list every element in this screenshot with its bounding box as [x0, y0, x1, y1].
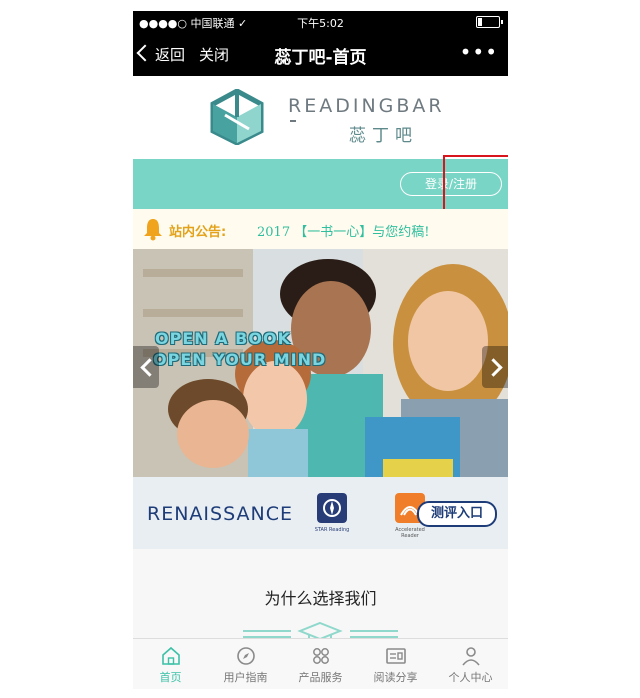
status-bar: ●●●●○ 中国联通 ✓ 下午5:02 [133, 11, 508, 32]
more-button[interactable]: ••• [460, 40, 498, 64]
tab-item[interactable]: 个人中心 [433, 639, 508, 689]
logo-text-english: READINGBAR [288, 95, 445, 117]
star-reading-caption: STAR Reading [314, 527, 350, 533]
tab-item[interactable]: 阅读分享 [358, 639, 433, 689]
tab-item[interactable]: 产品服务 [283, 639, 358, 689]
user-icon [462, 647, 480, 666]
tab-item[interactable]: 用户指南 [208, 639, 283, 689]
phone-screen: ●●●●○ 中国联通 ✓ 下午5:02 返回 关闭 蕊丁吧-首页 ••• REA… [133, 11, 508, 698]
readingbar-logo-icon [210, 89, 264, 145]
tab-label: 阅读分享 [373, 671, 418, 684]
slogan-line-1: OPEN A BOOK [155, 329, 291, 348]
battery-icon [476, 16, 503, 28]
tab-label: 首页 [159, 671, 182, 684]
banner-slogan: OPEN A BOOK OPEN YOUR MIND [153, 329, 325, 369]
renaissance-logo-text: RENAISSANCE [147, 503, 293, 525]
tab-item[interactable]: 首页 [133, 639, 208, 689]
highlight-box [443, 155, 508, 216]
home-icon [162, 646, 180, 665]
banner-carousel[interactable]: OPEN A BOOK OPEN YOUR MIND RENAISSANCE S… [133, 249, 508, 549]
renaissance-strip: RENAISSANCE STAR Reading Accelerated Rea… [133, 477, 508, 549]
logo-header: READINGBAR 蕊丁吧 [133, 76, 508, 159]
bottom-tab-bar: 首页 用户指南 产品服务 阅读分享 个人中心 [133, 638, 508, 689]
page-title: 蕊丁吧-首页 [274, 48, 367, 68]
logo-dash [290, 120, 296, 122]
compass-icon [237, 647, 255, 665]
accelerated-reader-caption: Accelerated Reader [395, 527, 425, 539]
assessment-entry-button[interactable]: 测评入口 [417, 501, 497, 527]
carousel-prev-arrow-icon[interactable] [133, 346, 159, 388]
tab-label: 产品服务 [298, 671, 343, 684]
why-choose-us-section: 为什么选择我们 [133, 549, 508, 649]
announcement-label: 站内公告: [169, 225, 227, 240]
announcement-text[interactable]: 2017 【一书一心】与您约稿! [257, 221, 429, 240]
share-card-icon [386, 648, 406, 664]
grid-icon [313, 648, 329, 664]
battery-fill [478, 18, 482, 26]
slogan-line-2: OPEN YOUR MIND [153, 350, 327, 369]
bell-icon [144, 219, 162, 241]
tab-label: 个人中心 [448, 671, 493, 684]
status-time: 下午5:02 [297, 17, 344, 30]
logo-text-chinese: 蕊丁吧 [349, 126, 418, 146]
carousel-next-arrow-icon[interactable] [482, 346, 508, 388]
announcement-bar: 站内公告: 2017 【一书一心】与您约稿! [133, 209, 508, 249]
tab-label: 用户指南 [223, 671, 268, 684]
navigation-bar: 返回 关闭 蕊丁吧-首页 ••• [133, 32, 508, 76]
section-title: 为什么选择我们 [264, 589, 377, 608]
star-reading-icon [317, 493, 347, 523]
